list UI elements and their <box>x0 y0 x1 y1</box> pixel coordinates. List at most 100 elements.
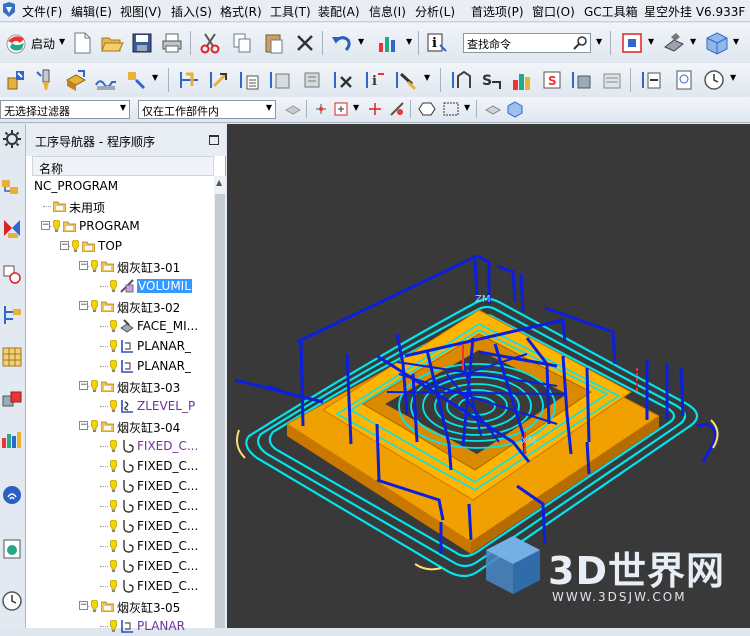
menu-plugin[interactable]: 星空外挂 V6.933F <box>644 3 745 20</box>
tree-row-op-fixed-1[interactable]: FIXED_C... <box>26 436 214 456</box>
tree-row-op-fixed-8[interactable]: FIXED_C... <box>26 576 214 596</box>
menu-tools[interactable]: 工具(T) <box>270 3 311 20</box>
generate-toolpath-icon[interactable] <box>178 68 202 92</box>
tree-row-op-planar-2[interactable]: PLANAR_ <box>26 356 214 376</box>
render-style-icon[interactable] <box>662 31 686 55</box>
print-icon[interactable] <box>160 31 184 55</box>
menu-analysis[interactable]: 分析(L) <box>415 3 455 20</box>
snap-point-icon[interactable] <box>312 100 330 118</box>
tree-row-op-fixed-7[interactable]: FIXED_C... <box>26 556 214 576</box>
tree-row-unused-items[interactable]: 未用项 <box>26 196 214 216</box>
measure-icon[interactable] <box>640 68 664 92</box>
clock-dropdown-arrow[interactable]: ▼ <box>730 73 736 82</box>
paste-icon[interactable] <box>262 31 286 55</box>
tree-row-op-fixed-5[interactable]: FIXED_C... <box>26 516 214 536</box>
menu-info[interactable]: 信息(I) <box>369 3 406 20</box>
menu-gc-toolbox[interactable]: GC工具箱 <box>584 3 638 20</box>
collapse-toggle-icon[interactable]: − <box>79 261 88 270</box>
menu-window[interactable]: 窗口(O) <box>532 3 575 20</box>
delete-icon[interactable] <box>293 31 317 55</box>
command-search-input[interactable]: 查找命令 <box>463 33 591 53</box>
fit-view-icon[interactable] <box>620 31 644 55</box>
hd3d-tools-icon[interactable] <box>1 388 23 410</box>
tree-row-nc-program[interactable]: NC_PROGRAM <box>26 176 214 196</box>
template-icon[interactable] <box>600 68 624 92</box>
open-folder-icon[interactable] <box>100 31 124 55</box>
cross-select-icon[interactable] <box>366 100 384 118</box>
tree-row-top[interactable]: − TOP <box>26 236 214 256</box>
delete-toolpath-icon[interactable] <box>332 68 356 92</box>
scrollbar-thumb[interactable] <box>215 194 225 628</box>
create-geometry-icon[interactable] <box>64 68 88 92</box>
save-icon[interactable] <box>130 31 154 55</box>
collapse-toggle-icon[interactable]: − <box>79 301 88 310</box>
reuse-library-icon[interactable] <box>1 346 23 368</box>
settings-gear-icon[interactable] <box>1 128 23 150</box>
tree-row-program[interactable]: − PROGRAM <box>26 216 214 236</box>
new-file-icon[interactable] <box>70 31 94 55</box>
part-navigator-side-icon[interactable] <box>1 263 23 285</box>
tree-row-group-02[interactable]: − 烟灰缸3-02 <box>26 296 214 316</box>
tree-row-op-fixed-6[interactable]: FIXED_C... <box>26 536 214 556</box>
info-icon[interactable]: i <box>425 31 449 55</box>
select-mode-dropdown-arrow[interactable]: ▼ <box>464 103 470 112</box>
column-header-name[interactable]: 名称 <box>32 156 214 176</box>
tree-row-op-zlevel[interactable]: ZLEVEL_P <box>26 396 214 416</box>
history-icon[interactable] <box>1 538 23 560</box>
tree-row-group-03[interactable]: − 烟灰缸3-03 <box>26 376 214 396</box>
output-cldata-icon[interactable]: S <box>480 68 504 92</box>
create-method-icon[interactable] <box>94 68 118 92</box>
replay-toolpath-icon[interactable] <box>208 68 232 92</box>
display-dropdown-arrow[interactable]: ▼ <box>406 37 412 46</box>
collapse-toggle-icon[interactable]: − <box>41 221 50 230</box>
render-dropdown-arrow[interactable]: ▼ <box>690 37 696 46</box>
select-chain-icon[interactable] <box>388 100 406 118</box>
collapse-toggle-icon[interactable]: − <box>60 241 69 250</box>
tree-row-op-face-mill[interactable]: FACE_MI... <box>26 316 214 336</box>
collapse-toggle-icon[interactable]: − <box>79 421 88 430</box>
tree-row-op-fixed-4[interactable]: FIXED_C... <box>26 496 214 516</box>
undo-dropdown-arrow[interactable]: ▼ <box>358 37 364 46</box>
view-dropdown-arrow[interactable]: ▼ <box>648 37 654 46</box>
post-dropdown-arrow[interactable]: ▼ <box>424 73 430 82</box>
assembly-filter-icon[interactable] <box>284 100 302 118</box>
menu-preferences[interactable]: 首选项(P) <box>471 3 524 20</box>
scroll-up-arrow-icon[interactable]: ▲ <box>216 178 222 187</box>
simulate-machine-icon[interactable] <box>300 68 324 92</box>
feeds-speeds-icon[interactable]: i <box>364 68 388 92</box>
operation-navigator-icon[interactable] <box>1 176 23 198</box>
object-list-icon[interactable] <box>570 68 594 92</box>
menu-assembly[interactable]: 装配(A) <box>318 3 360 20</box>
operation-dropdown-arrow[interactable]: ▼ <box>152 73 158 82</box>
system-materials-icon[interactable] <box>1 590 23 612</box>
search-dropdown-arrow[interactable]: ▼ <box>596 37 602 46</box>
menu-view[interactable]: 视图(V) <box>120 3 162 20</box>
search-icon[interactable] <box>573 35 588 50</box>
start-dropdown-arrow[interactable]: ▼ <box>59 37 65 46</box>
cut-icon[interactable] <box>198 31 222 55</box>
create-program-icon[interactable] <box>4 68 28 92</box>
verify-toolpath-icon[interactable] <box>268 68 292 92</box>
tree-row-group-01[interactable]: − 烟灰缸3-01 <box>26 256 214 276</box>
tree-row-op-planar-1[interactable]: PLANAR_ <box>26 336 214 356</box>
tree-row-group-04[interactable]: − 烟灰缸3-04 <box>26 416 214 436</box>
menu-file[interactable]: 文件(F) <box>22 3 62 20</box>
rectangle-select-icon[interactable] <box>442 100 460 118</box>
menu-format[interactable]: 格式(R) <box>220 3 262 20</box>
tree-row-op-volumil[interactable]: VOLUMIL <box>26 276 214 296</box>
menu-edit[interactable]: 编辑(E) <box>71 3 112 20</box>
menu-insert[interactable]: 插入(S) <box>171 3 212 20</box>
tree-row-op-fixed-2[interactable]: FIXED_C... <box>26 456 214 476</box>
part-navigator-icon[interactable] <box>484 100 502 118</box>
copy-icon[interactable] <box>230 31 254 55</box>
orient-dropdown-arrow[interactable]: ▼ <box>733 37 739 46</box>
report-icon[interactable] <box>672 68 696 92</box>
selection-filter-select[interactable]: 无选择过滤器 ▼ <box>0 100 130 119</box>
palette-icon[interactable] <box>1 428 23 450</box>
start-icon[interactable] <box>4 31 28 55</box>
navigator-maximize-icon[interactable] <box>209 135 219 145</box>
create-operation-icon[interactable] <box>124 68 148 92</box>
machine-tool-navigator-icon[interactable] <box>1 217 23 239</box>
orient-view-icon[interactable] <box>705 31 729 55</box>
web-browser-icon[interactable] <box>1 484 23 506</box>
